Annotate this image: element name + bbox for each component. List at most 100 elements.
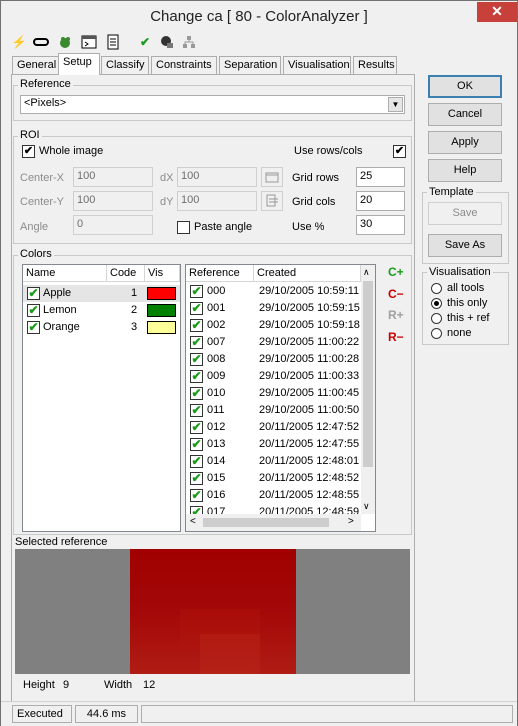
radio-this-only[interactable] — [431, 298, 442, 309]
reference-checkbox[interactable]: ✔ — [190, 455, 203, 468]
references-list[interactable]: Reference Created ✔ 000 29/10/2005 10:59:1… — [185, 264, 376, 532]
dx-field[interactable]: 100 — [177, 167, 257, 187]
color-row-orange[interactable]: ✔ Orange 3 — [23, 319, 180, 336]
reference-row[interactable]: ✔ 007 29/10/2005 11:00:22 — [186, 334, 361, 351]
radio-this-ref[interactable] — [431, 313, 442, 324]
close-button[interactable]: ✕ — [477, 2, 517, 22]
reference-checkbox[interactable]: ✔ — [190, 438, 203, 451]
reference-checkbox[interactable]: ✔ — [190, 353, 203, 366]
lightning-icon[interactable]: ⚡ — [11, 34, 27, 50]
scroll-left-icon[interactable]: < — [190, 516, 196, 527]
use-rowscols-checkbox[interactable]: ✔ — [393, 145, 406, 158]
help-button[interactable]: Help — [428, 159, 502, 182]
scrollbar-thumb[interactable] — [203, 518, 329, 527]
radio-all-tools[interactable] — [431, 283, 442, 294]
reference-checkbox[interactable]: ✔ — [190, 319, 203, 332]
grid-cols-label: Grid cols — [292, 196, 336, 208]
center-x-field[interactable]: 100 — [73, 167, 153, 187]
reference-row[interactable]: ✔ 008 29/10/2005 11:00:28 — [186, 351, 361, 368]
ok-button[interactable]: OK — [428, 75, 502, 98]
orange-checkbox[interactable]: ✔ — [27, 321, 40, 334]
reference-row[interactable]: ✔ 017 20/11/2005 12:48:59 — [186, 504, 361, 514]
column-header-vis[interactable]: Vis — [145, 265, 180, 282]
column-header-name[interactable]: Name — [23, 265, 107, 282]
colors-list[interactable]: Name Code Vis ✔ Apple 1 ✔ Lemon 2 ✔ Oran… — [22, 264, 181, 532]
tab-general[interactable]: General — [12, 56, 59, 74]
notepad-icon[interactable] — [105, 34, 121, 50]
network-icon[interactable] — [181, 34, 197, 50]
reference-checkbox[interactable]: ✔ — [190, 370, 203, 383]
apply-button[interactable]: Apply — [428, 131, 502, 154]
tab-setup[interactable]: Setup — [58, 53, 100, 75]
center-y-field[interactable]: 100 — [73, 191, 153, 211]
remove-color-button[interactable]: C− — [388, 287, 404, 301]
grid-cols-field[interactable]: 20 — [356, 191, 405, 211]
reference-created: 29/10/2005 11:00:33 — [259, 370, 360, 382]
radio-none[interactable] — [431, 328, 442, 339]
template-save-button[interactable]: Save — [428, 202, 502, 225]
whole-image-checkbox[interactable]: ✔ — [22, 145, 35, 158]
mask-icon[interactable] — [159, 34, 175, 50]
reference-row[interactable]: ✔ 011 29/10/2005 11:00:50 — [186, 402, 361, 419]
tab-constraints[interactable]: Constraints — [151, 56, 217, 74]
frog-icon[interactable] — [57, 34, 73, 50]
scroll-down-icon[interactable]: ∨ — [363, 501, 370, 512]
scroll-right-icon[interactable]: > — [348, 516, 354, 527]
reference-checkbox[interactable]: ✔ — [190, 336, 203, 349]
checkmark-icon[interactable]: ✔ — [137, 34, 153, 50]
paste-angle-checkbox[interactable] — [177, 221, 190, 234]
link-icon[interactable] — [33, 34, 49, 50]
remove-reference-button[interactable]: R− — [388, 330, 404, 344]
reference-group-label: Reference — [18, 78, 73, 90]
scrollbar-thumb[interactable] — [363, 281, 373, 467]
reference-row[interactable]: ✔ 001 29/10/2005 10:59:15 — [186, 300, 361, 317]
template-save-as-button[interactable]: Save As — [428, 234, 502, 257]
radio-none-label: none — [447, 327, 472, 339]
reference-row[interactable]: ✔ 000 29/10/2005 10:59:11 — [186, 283, 361, 300]
tab-results[interactable]: Results — [353, 56, 397, 74]
reference-row[interactable]: ✔ 016 20/11/2005 12:48:55 — [186, 487, 361, 504]
scroll-up-icon[interactable]: ∧ — [363, 267, 370, 278]
reference-checkbox[interactable]: ✔ — [190, 489, 203, 502]
reference-checkbox[interactable]: ✔ — [190, 285, 203, 298]
reference-select[interactable]: <Pixels> — [20, 95, 405, 114]
reference-id: 011 — [207, 404, 225, 416]
tab-visualisation[interactable]: Visualisation — [283, 56, 351, 74]
reference-checkbox[interactable]: ✔ — [190, 302, 203, 315]
reference-checkbox[interactable]: ✔ — [190, 387, 203, 400]
tab-classify[interactable]: Classify — [101, 56, 149, 74]
paste-roi-icon[interactable] — [261, 191, 283, 211]
cancel-button[interactable]: Cancel — [428, 103, 502, 126]
reference-checkbox[interactable]: ✔ — [190, 404, 203, 417]
chevron-down-icon[interactable]: ▼ — [388, 97, 403, 112]
column-header-code[interactable]: Code — [107, 265, 145, 282]
center-x-label: Center-X — [20, 172, 65, 184]
apple-checkbox[interactable]: ✔ — [27, 287, 40, 300]
color-row-apple[interactable]: ✔ Apple 1 — [23, 285, 180, 302]
column-header-reference[interactable]: Reference — [186, 265, 254, 282]
reference-row[interactable]: ✔ 015 20/11/2005 12:48:52 — [186, 470, 361, 487]
reference-row[interactable]: ✔ 012 20/11/2005 12:47:52 — [186, 419, 361, 436]
add-color-button[interactable]: C+ — [388, 265, 404, 279]
color-row-lemon[interactable]: ✔ Lemon 2 — [23, 302, 180, 319]
add-reference-button[interactable]: R+ — [388, 308, 404, 322]
console-icon[interactable] — [81, 34, 97, 50]
reference-checkbox[interactable]: ✔ — [190, 472, 203, 485]
column-header-created[interactable]: Created — [254, 265, 361, 282]
reference-row[interactable]: ✔ 002 29/10/2005 10:59:18 — [186, 317, 361, 334]
tab-separation[interactable]: Separation — [219, 56, 281, 74]
angle-field[interactable]: 0 — [73, 215, 153, 235]
reference-checkbox[interactable]: ✔ — [190, 506, 203, 514]
dy-field[interactable]: 100 — [177, 191, 257, 211]
use-pct-field[interactable]: 30 — [356, 215, 405, 235]
copy-roi-icon[interactable] — [261, 167, 283, 187]
reference-row[interactable]: ✔ 010 29/10/2005 11:00:45 — [186, 385, 361, 402]
lemon-checkbox[interactable]: ✔ — [27, 304, 40, 317]
reference-row[interactable]: ✔ 014 20/11/2005 12:48:01 — [186, 453, 361, 470]
reference-checkbox[interactable]: ✔ — [190, 421, 203, 434]
reference-row[interactable]: ✔ 009 29/10/2005 11:00:33 — [186, 368, 361, 385]
grid-rows-field[interactable]: 25 — [356, 167, 405, 187]
reference-row[interactable]: ✔ 013 20/11/2005 12:47:55 — [186, 436, 361, 453]
references-vertical-scrollbar[interactable]: ∧ ∨ — [361, 265, 375, 514]
references-horizontal-scrollbar[interactable]: < > — [186, 514, 361, 531]
